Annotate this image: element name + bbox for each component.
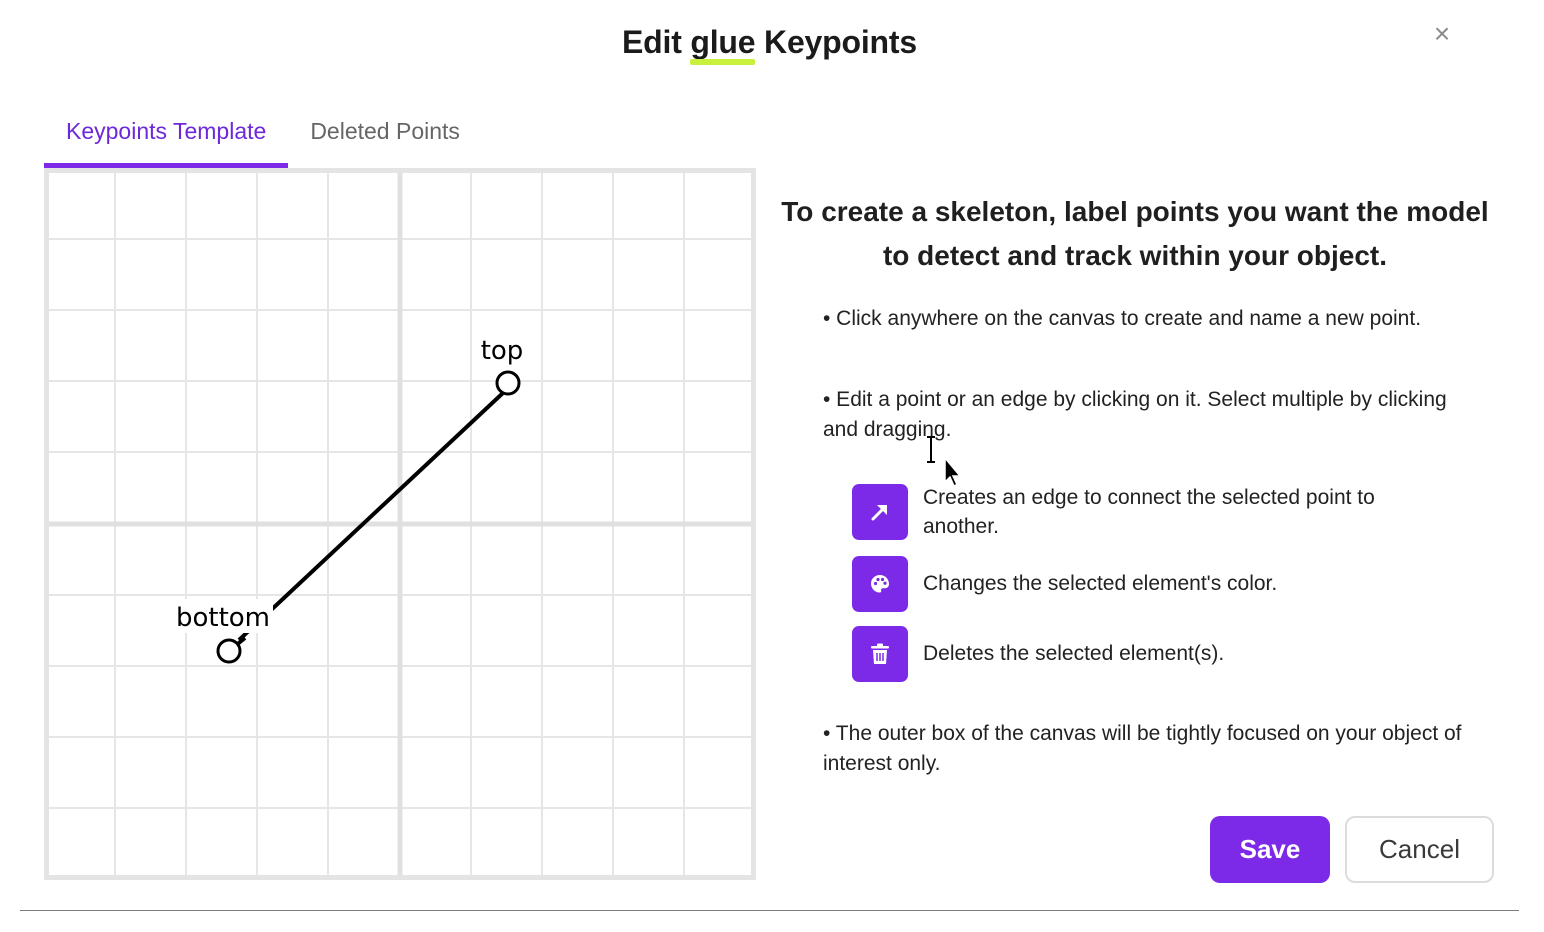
tab-keypoints-template[interactable]: Keypoints Template xyxy=(44,110,289,168)
instructions-headline: To create a skeleton, label points you w… xyxy=(781,196,1489,271)
arrow-icon[interactable] xyxy=(852,484,908,540)
instruction-create-point: • Click anywhere on the canvas to create… xyxy=(823,307,1422,330)
cancel-button[interactable]: Cancel xyxy=(1345,816,1494,883)
dialog-bottom-border xyxy=(20,910,1519,911)
trash-icon[interactable] xyxy=(852,626,908,682)
dialog-title: Edit glue Keypoints xyxy=(0,24,1539,65)
tab-bar: Keypoints Template Deleted Points xyxy=(44,110,482,168)
instruction-outer-box: • The outer box of the canvas will be ti… xyxy=(823,722,1462,775)
keypoint-edge[interactable] xyxy=(237,390,506,642)
tool-row-edge: Creates an edge to connect the selected … xyxy=(852,484,1423,541)
tool-row-color: Changes the selected element's color. xyxy=(852,556,1423,612)
title-prefix: Edit xyxy=(622,24,691,60)
keypoint-label-top: top xyxy=(481,336,524,366)
canvas-center-lines xyxy=(49,173,751,875)
close-icon[interactable]: × xyxy=(1428,20,1456,48)
tool-delete-description: Deletes the selected element(s). xyxy=(923,642,1225,665)
keypoint-top[interactable] xyxy=(495,370,521,396)
keypoints-canvas[interactable]: top bottom xyxy=(44,168,756,880)
tool-row-delete: Deletes the selected element(s). xyxy=(852,626,1423,682)
tab-deleted-points[interactable]: Deleted Points xyxy=(288,110,482,168)
save-button[interactable]: Save xyxy=(1210,816,1330,883)
keypoint-label-bottom: bottom xyxy=(176,603,270,633)
title-class-name: glue xyxy=(690,24,756,65)
instruction-edit-point: • Edit a point or an edge by clicking on… xyxy=(823,388,1447,441)
title-suffix: Keypoints xyxy=(755,24,917,60)
tool-color-description: Changes the selected element's color. xyxy=(923,572,1278,595)
keypoint-bottom[interactable] xyxy=(216,638,242,664)
instructions-panel: To create a skeleton, label points you w… xyxy=(780,190,1490,278)
palette-icon[interactable] xyxy=(852,556,908,612)
canvas-svg[interactable]: top bottom xyxy=(49,173,751,875)
tool-edge-description: Creates an edge to connect the selected … xyxy=(923,486,1375,538)
